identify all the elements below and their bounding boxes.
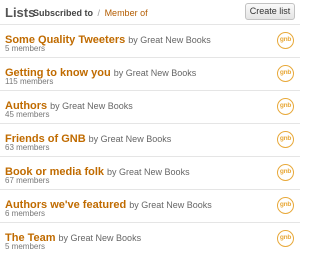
list-member-count: 63 members <box>5 143 50 152</box>
list-owner: by Great New Books <box>128 35 211 45</box>
list-member-count: 67 members <box>5 176 50 185</box>
list-owner: by Great New Books <box>113 68 197 78</box>
lists-container: Some Quality Tweeters by Great New Books … <box>0 24 300 255</box>
gnb-logo-icon[interactable]: gnb <box>277 98 294 115</box>
list-owner: by Great New Books <box>107 167 190 177</box>
gnb-logo-icon[interactable]: gnb <box>277 32 294 49</box>
tab-separator: / <box>97 8 101 18</box>
list-item: Book or media folk by Great New Books 67 … <box>0 156 300 189</box>
list-owner: by Great New Books <box>50 101 133 111</box>
list-owner: by Great New Books <box>58 233 142 243</box>
list-item: Friends of GNB by Great New Books 63 memb… <box>0 123 300 156</box>
gnb-logo-icon[interactable]: gnb <box>277 197 294 214</box>
list-item: Some Quality Tweeters by Great New Books … <box>0 24 300 57</box>
tab-subscribed-to[interactable]: Subscribed to <box>33 8 93 18</box>
list-member-count: 45 members <box>5 110 50 119</box>
list-owner: by Great New Books <box>88 134 172 144</box>
gnb-logo-icon[interactable]: gnb <box>277 230 294 247</box>
gnb-logo-icon[interactable]: gnb <box>277 65 294 82</box>
list-item: The Team by Great New Books 5 members gnb <box>0 222 300 255</box>
list-item: Authors we've featured by Great New Books… <box>0 189 300 222</box>
tab-member-of[interactable]: Member of <box>105 8 148 18</box>
list-item: Getting to know you by Great New Books 11… <box>0 57 300 90</box>
lists-panel: Lists Subscribed to / Member of Create l… <box>0 0 300 256</box>
list-member-count: 5 members <box>5 242 46 251</box>
list-owner: by Great New Books <box>129 200 212 210</box>
create-list-button[interactable]: Create list <box>245 3 295 20</box>
lists-header: Lists Subscribed to / Member of Create l… <box>0 0 300 24</box>
list-tabs: Subscribed to / Member of <box>33 8 148 18</box>
gnb-logo-icon[interactable]: gnb <box>277 164 294 181</box>
list-member-count: 5 members <box>5 44 46 53</box>
list-member-count: 6 members <box>5 209 46 218</box>
page-title: Lists <box>5 5 36 20</box>
gnb-logo-icon[interactable]: gnb <box>277 131 294 148</box>
list-member-count: 115 members <box>5 77 54 86</box>
list-item: Authors by Great New Books 45 members gnb <box>0 90 300 123</box>
